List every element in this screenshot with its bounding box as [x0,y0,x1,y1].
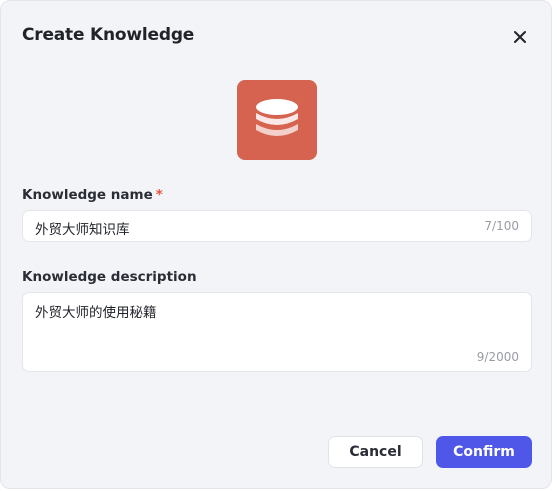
knowledge-name-counter: 7/100 [484,219,519,233]
knowledge-name-label-text: Knowledge name [22,187,153,203]
database-icon [256,99,298,136]
required-mark: * [155,187,163,203]
dialog-title: Create Knowledge [22,25,195,45]
knowledge-description-counter: 9/2000 [476,350,519,364]
knowledge-icon-tile [237,80,317,160]
close-button[interactable] [510,27,530,47]
knowledge-description-label: Knowledge description [22,269,197,285]
create-knowledge-dialog: Create Knowledge Knowledge name * 外贸大师知识库… [0,0,552,489]
knowledge-name-value: 外贸大师知识库 [35,222,130,238]
knowledge-name-input[interactable]: 外贸大师知识库 7/100 [22,210,532,242]
knowledge-description-textarea[interactable]: 外贸大师的使用秘籍 9/2000 [22,292,532,372]
knowledge-description-value: 外贸大师的使用秘籍 [35,305,157,321]
close-icon [514,31,526,43]
confirm-button[interactable]: Confirm [436,436,532,468]
knowledge-name-label: Knowledge name * [22,187,163,203]
cancel-button[interactable]: Cancel [328,436,423,468]
